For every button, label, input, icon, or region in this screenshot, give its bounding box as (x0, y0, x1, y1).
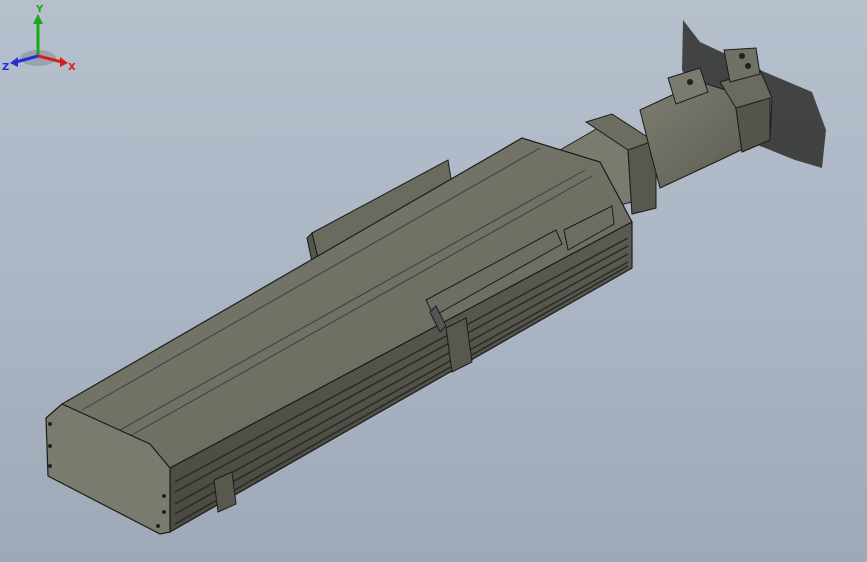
z-axis-label: Z (2, 62, 9, 73)
3d-model-viewport[interactable]: Y X Z (0, 0, 867, 562)
linear-actuator-model[interactable] (0, 0, 867, 562)
orientation-triad[interactable]: Y X Z (0, 0, 80, 80)
y-axis-label: Y (35, 4, 44, 15)
x-axis-arrow (60, 57, 68, 67)
x-axis-label: X (68, 62, 76, 73)
y-axis-arrow (33, 14, 43, 24)
z-axis-arrow (10, 57, 18, 67)
